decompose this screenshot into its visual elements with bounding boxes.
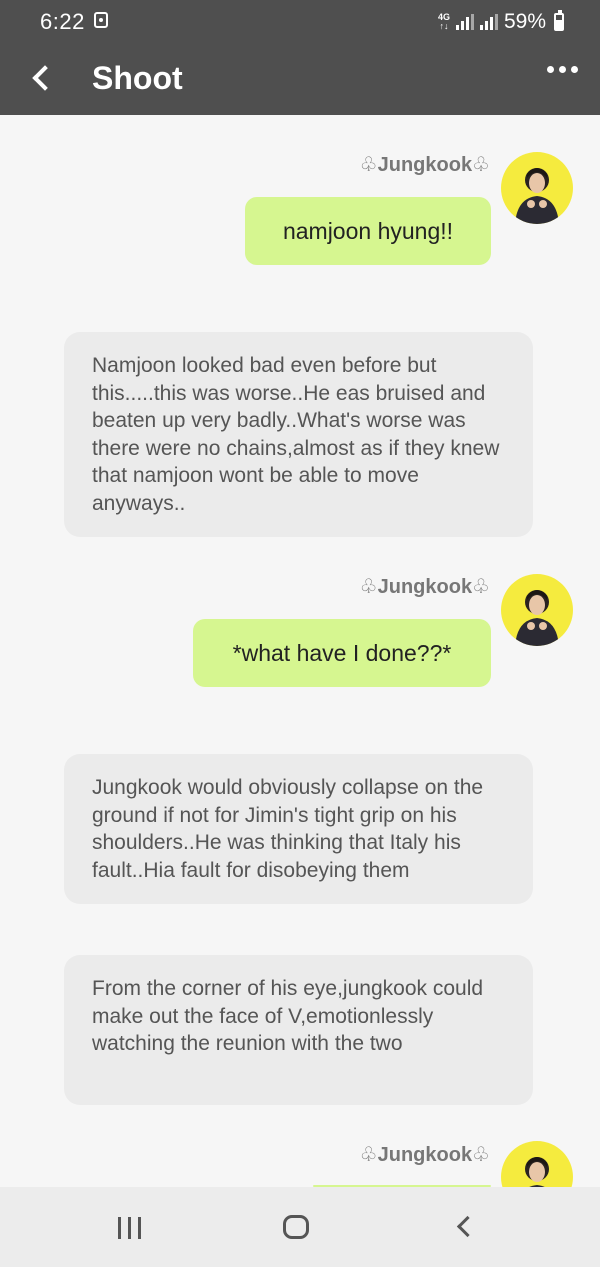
- chat-title: Shoot: [92, 60, 183, 96]
- person-avatar-icon: [515, 590, 559, 646]
- avatar[interactable]: [501, 574, 573, 646]
- network-type-label: 4G ↑↓: [437, 12, 450, 31]
- outgoing-message[interactable]: *what have I done??*: [193, 619, 491, 687]
- chevron-left-icon: [32, 65, 58, 91]
- narration-message[interactable]: From the corner of his eye,jungkook coul…: [64, 955, 533, 1105]
- status-indicators: 4G ↑↓ 59%: [438, 10, 564, 34]
- recent-apps-button[interactable]: [118, 1217, 141, 1239]
- notification-icon: [94, 12, 108, 28]
- more-options-button[interactable]: [547, 66, 578, 73]
- sender-name: ♧Jungkook♧: [359, 1144, 490, 1166]
- sender-name: ♧Jungkook♧: [359, 576, 490, 598]
- narration-message[interactable]: Jungkook would obviously collapse on the…: [64, 754, 533, 904]
- signal-icon: [455, 14, 474, 30]
- app-bar: Shoot: [0, 44, 600, 115]
- more-dots-icon: [547, 66, 554, 73]
- person-avatar-icon: [515, 168, 559, 224]
- sender-name: ♧Jungkook♧: [359, 154, 490, 176]
- status-bar: 6:22 4G ↑↓ 59%: [0, 0, 600, 44]
- avatar[interactable]: [501, 152, 573, 224]
- battery-icon: [554, 10, 564, 31]
- system-back-button[interactable]: [456, 1215, 479, 1238]
- recent-apps-icon: [118, 1217, 121, 1239]
- home-button[interactable]: [283, 1215, 309, 1239]
- battery-percent: 59%: [503, 10, 546, 33]
- back-button[interactable]: [22, 58, 62, 98]
- outgoing-message[interactable]: namjoon hyung!!: [245, 197, 491, 265]
- narration-message[interactable]: Namjoon looked bad even before but this.…: [64, 332, 533, 537]
- signal-icon: [479, 14, 498, 30]
- status-time: 6:22: [40, 9, 85, 34]
- navigation-bar: [0, 1187, 600, 1267]
